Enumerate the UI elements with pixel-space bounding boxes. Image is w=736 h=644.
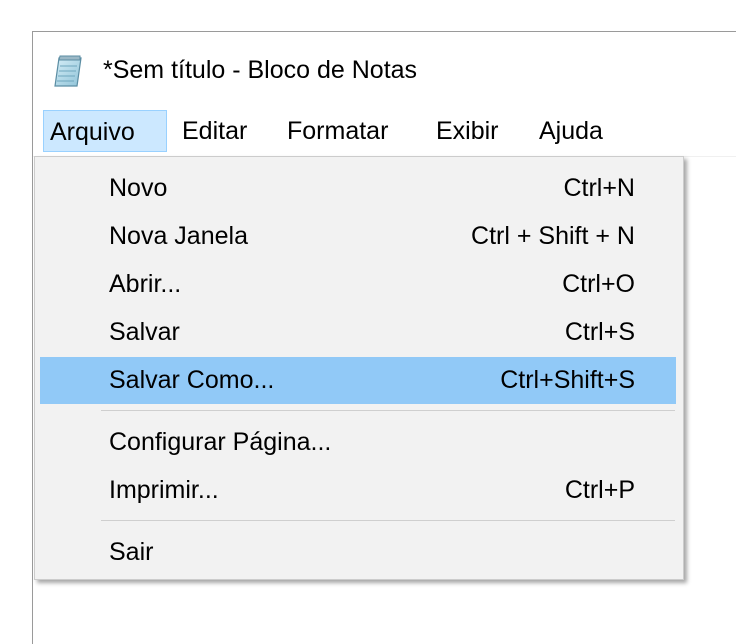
menu-item-shortcut: Ctrl + Shift + N [471, 222, 635, 250]
menu-item-label: Salvar Como... [109, 366, 275, 394]
menu-item-configurar-pagina[interactable]: Configurar Página... [40, 419, 676, 466]
menu-item-shortcut: Ctrl+N [563, 174, 635, 202]
menu-arquivo[interactable]: Arquivo [43, 110, 167, 152]
menu-item-label: Imprimir... [109, 476, 219, 504]
menu-item-label: Sair [109, 538, 154, 566]
menu-bar: Arquivo Editar Formatar Exibir Ajuda [33, 108, 736, 157]
title-bar: *Sem título - Bloco de Notas [33, 32, 736, 108]
menu-item-shortcut: Ctrl+P [564, 476, 635, 504]
menu-item-novo[interactable]: Novo Ctrl+N [40, 165, 676, 212]
menu-separator [101, 520, 675, 521]
menu-item-label: Configurar Página... [109, 428, 332, 456]
menu-separator [101, 410, 675, 411]
window-title: *Sem título - Bloco de Notas [103, 56, 418, 84]
menu-item-shortcut: Ctrl+S [564, 318, 635, 346]
menu-item-label: Salvar [109, 318, 180, 346]
menu-item-imprimir[interactable]: Imprimir... Ctrl+P [40, 467, 676, 514]
menu-editar[interactable]: Editar [182, 110, 247, 152]
menu-item-abrir[interactable]: Abrir... Ctrl+O [40, 261, 676, 308]
menu-item-shortcut: Ctrl+O [562, 270, 635, 298]
menu-ajuda[interactable]: Ajuda [539, 110, 603, 152]
arquivo-dropdown-menu: Novo Ctrl+N Nova Janela Ctrl + Shift + N… [34, 156, 684, 580]
menu-item-label: Abrir... [109, 270, 182, 298]
menu-item-shortcut: Ctrl+Shift+S [500, 366, 635, 394]
menu-item-label: Nova Janela [109, 222, 248, 250]
menu-item-salvar[interactable]: Salvar Ctrl+S [40, 309, 676, 356]
notepad-icon [53, 54, 83, 88]
menu-item-salvar-como[interactable]: Salvar Como... Ctrl+Shift+S [40, 357, 676, 404]
menu-item-nova-janela[interactable]: Nova Janela Ctrl + Shift + N [40, 213, 676, 260]
menu-item-sair[interactable]: Sair [40, 529, 676, 576]
menu-formatar[interactable]: Formatar [287, 110, 388, 152]
menu-item-label: Novo [109, 174, 168, 202]
menu-exibir[interactable]: Exibir [436, 110, 499, 152]
